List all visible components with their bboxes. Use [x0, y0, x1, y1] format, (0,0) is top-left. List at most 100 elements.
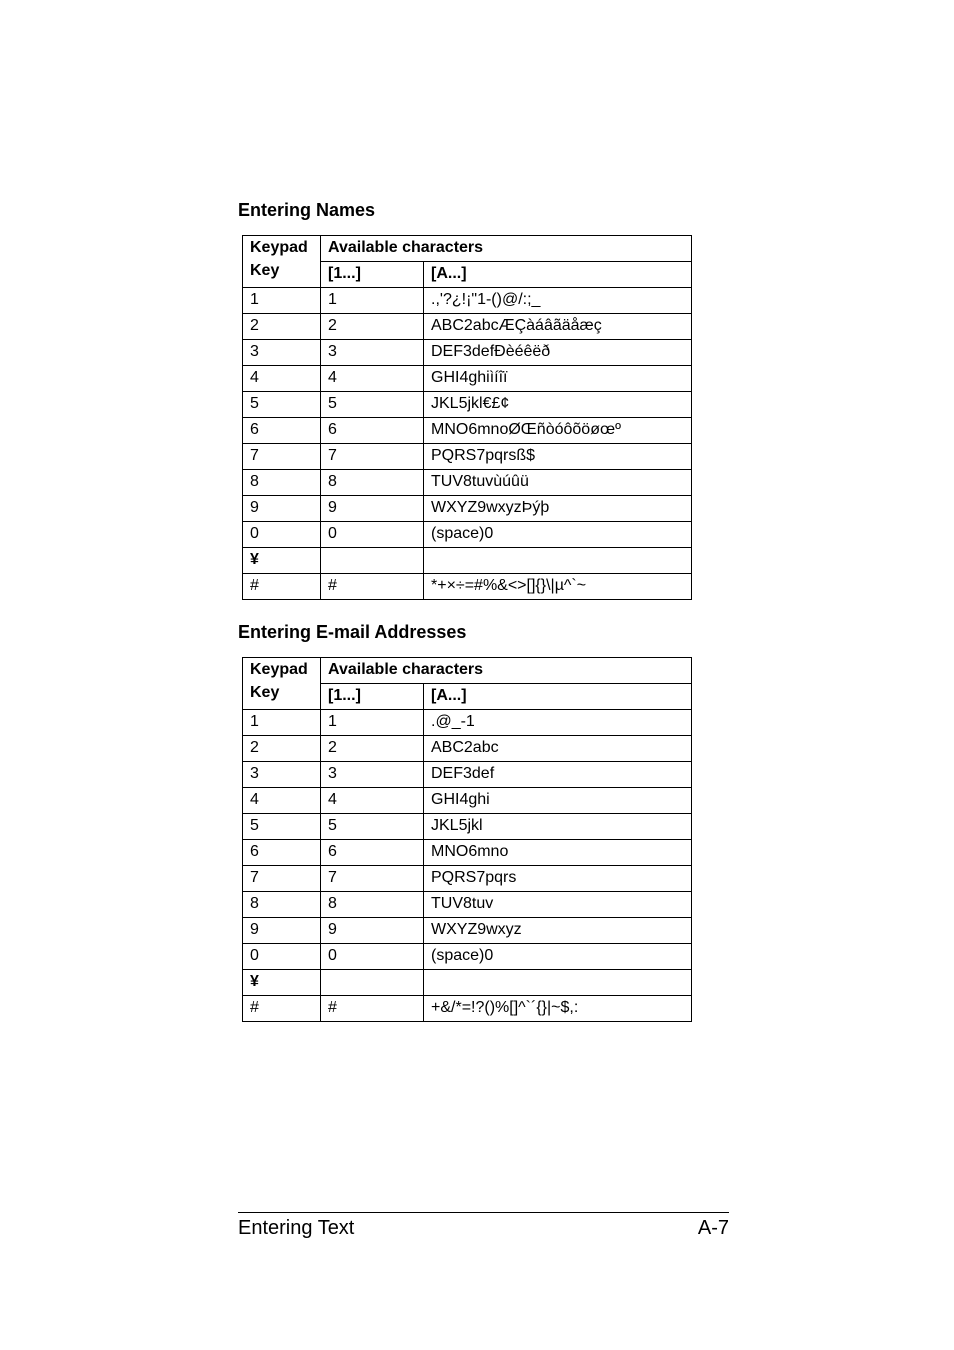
th-alpha: [A...]: [424, 262, 692, 288]
cell-num: [321, 970, 424, 996]
th-available: Available characters: [321, 236, 692, 262]
table-row: 55JKL5jkl€£¢: [243, 392, 692, 418]
cell-key: 9: [243, 918, 321, 944]
cell-key: 0: [243, 944, 321, 970]
cell-num: 4: [321, 366, 424, 392]
cell-alpha: MNO6mno: [424, 840, 692, 866]
heading-entering-names: Entering Names: [238, 200, 729, 221]
th-key: Key: [250, 685, 313, 702]
document-page: Entering Names Keypad Key Available char…: [0, 0, 954, 1350]
cell-key: 8: [243, 470, 321, 496]
cell-num: 9: [321, 918, 424, 944]
table-row: ##+&/*=!?()%[]^`´{}|~$,:: [243, 996, 692, 1022]
table-row: 11.,'?¿!¡"1-()@/:;_: [243, 288, 692, 314]
table-entering-names: Keypad Key Available characters [1...] […: [242, 235, 692, 600]
cell-num: 2: [321, 314, 424, 340]
cell-num: [321, 548, 424, 574]
table-row: 88TUV8tuv: [243, 892, 692, 918]
cell-key: #: [243, 996, 321, 1022]
cell-key: #: [243, 574, 321, 600]
table-row: 55JKL5jkl: [243, 814, 692, 840]
table-row: 99WXYZ9wxyz: [243, 918, 692, 944]
cell-key: 1: [243, 710, 321, 736]
cell-key: 6: [243, 418, 321, 444]
cell-key: ¥: [243, 548, 321, 574]
th-key: Key: [250, 263, 313, 280]
th-num: [1...]: [321, 262, 424, 288]
cell-num: 0: [321, 944, 424, 970]
cell-num: 0: [321, 522, 424, 548]
cell-num: 5: [321, 814, 424, 840]
footer-page-number: A-7: [698, 1217, 729, 1240]
cell-alpha: .@_-1: [424, 710, 692, 736]
cell-key: 1: [243, 288, 321, 314]
cell-alpha: TUV8tuv: [424, 892, 692, 918]
table-row: 33DEF3defÐèéêëð: [243, 340, 692, 366]
footer-rule: [238, 1212, 729, 1213]
cell-key: 0: [243, 522, 321, 548]
table-row: 22ABC2abcÆÇàáâãäåæç: [243, 314, 692, 340]
cell-alpha: DEF3defÐèéêëð: [424, 340, 692, 366]
cell-key: 7: [243, 444, 321, 470]
cell-key: 8: [243, 892, 321, 918]
cell-alpha: PQRS7pqrs: [424, 866, 692, 892]
cell-key: 2: [243, 736, 321, 762]
table-row: 11.@_-1: [243, 710, 692, 736]
cell-alpha: (space)0: [424, 944, 692, 970]
table-row: 33DEF3def: [243, 762, 692, 788]
cell-alpha: WXYZ9wxyz: [424, 918, 692, 944]
cell-key: 9: [243, 496, 321, 522]
cell-num: 8: [321, 892, 424, 918]
cell-key: 4: [243, 366, 321, 392]
cell-alpha: +&/*=!?()%[]^`´{}|~$,:: [424, 996, 692, 1022]
cell-key: ¥: [243, 970, 321, 996]
cell-key: 3: [243, 340, 321, 366]
table-row: 66MNO6mnoØŒñòóôõöøœº: [243, 418, 692, 444]
cell-num: 9: [321, 496, 424, 522]
table-row: 99WXYZ9wxyzÞýþ: [243, 496, 692, 522]
table-row: ¥: [243, 970, 692, 996]
cell-alpha: [424, 548, 692, 574]
page-footer: Entering Text A-7: [238, 1212, 729, 1240]
th-available: Available characters: [321, 658, 692, 684]
table-row: 44GHI4ghi: [243, 788, 692, 814]
table-row: 77PQRS7pqrsß$: [243, 444, 692, 470]
cell-alpha: DEF3def: [424, 762, 692, 788]
table-row: 00(space)0: [243, 522, 692, 548]
table-row: ¥: [243, 548, 692, 574]
cell-num: 7: [321, 866, 424, 892]
cell-num: 5: [321, 392, 424, 418]
cell-alpha: GHI4ghi: [424, 788, 692, 814]
cell-alpha: [424, 970, 692, 996]
cell-alpha: ABC2abcÆÇàáâãäåæç: [424, 314, 692, 340]
table-row: 66MNO6mno: [243, 840, 692, 866]
cell-key: 5: [243, 392, 321, 418]
cell-alpha: MNO6mnoØŒñòóôõöøœº: [424, 418, 692, 444]
cell-key: 5: [243, 814, 321, 840]
cell-alpha: TUV8tuvùúûü: [424, 470, 692, 496]
cell-key: 4: [243, 788, 321, 814]
th-alpha: [A...]: [424, 684, 692, 710]
cell-num: #: [321, 996, 424, 1022]
cell-alpha: WXYZ9wxyzÞýþ: [424, 496, 692, 522]
cell-key: 2: [243, 314, 321, 340]
cell-num: 1: [321, 710, 424, 736]
cell-num: 7: [321, 444, 424, 470]
cell-alpha: JKL5jkl: [424, 814, 692, 840]
heading-entering-email: Entering E-mail Addresses: [238, 622, 729, 643]
cell-num: 6: [321, 418, 424, 444]
th-keypad: Keypad: [250, 240, 313, 257]
cell-num: 6: [321, 840, 424, 866]
cell-num: 3: [321, 340, 424, 366]
cell-alpha: ABC2abc: [424, 736, 692, 762]
cell-num: 2: [321, 736, 424, 762]
cell-alpha: (space)0: [424, 522, 692, 548]
cell-alpha: PQRS7pqrsß$: [424, 444, 692, 470]
th-num: [1...]: [321, 684, 424, 710]
table-row: 44GHI4ghiìíîï: [243, 366, 692, 392]
footer-section-title: Entering Text: [238, 1217, 354, 1240]
cell-num: #: [321, 574, 424, 600]
table-entering-email: Keypad Key Available characters [1...] […: [242, 657, 692, 1022]
cell-alpha: .,'?¿!¡"1-()@/:;_: [424, 288, 692, 314]
cell-alpha: JKL5jkl€£¢: [424, 392, 692, 418]
